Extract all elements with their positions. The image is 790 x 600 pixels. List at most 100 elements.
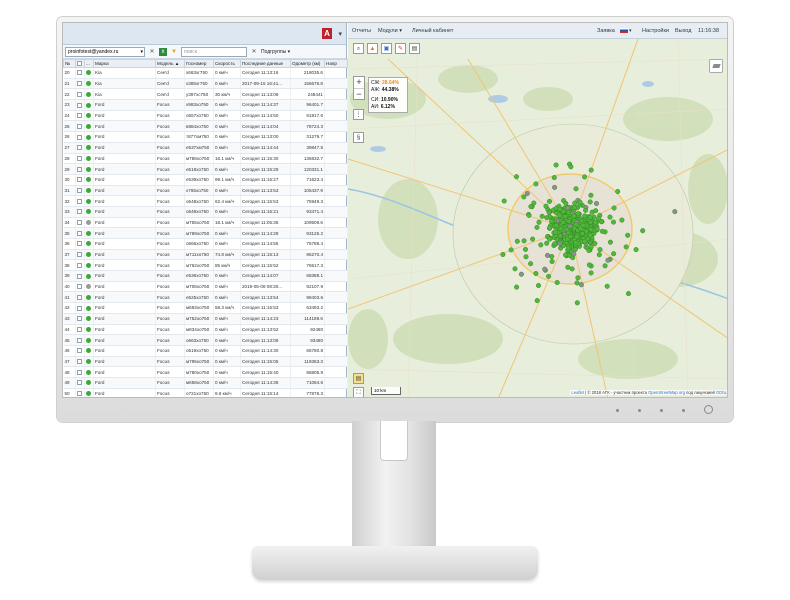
pin-icon[interactable]: ✎ xyxy=(395,43,406,54)
vehicle-marker[interactable] xyxy=(565,245,571,251)
vehicle-marker[interactable] xyxy=(587,232,593,238)
checkbox[interactable] xyxy=(77,262,82,268)
vehicle-marker[interactable] xyxy=(573,240,579,246)
leaflet-link[interactable]: Leaflet xyxy=(571,390,584,395)
checkbox[interactable] xyxy=(77,70,82,76)
checkbox[interactable] xyxy=(77,337,82,343)
vehicle-marker[interactable] xyxy=(514,284,520,290)
subgroups-dropdown[interactable]: Подгруппы ▾ xyxy=(261,49,290,55)
vehicle-marker[interactable] xyxy=(549,258,555,264)
vehicle-marker[interactable] xyxy=(573,186,579,192)
row-checkbox[interactable] xyxy=(75,270,85,282)
vehicle-marker[interactable] xyxy=(588,270,594,276)
vehicle-marker[interactable] xyxy=(530,236,536,242)
language-flag-icon[interactable] xyxy=(620,28,628,33)
map-canvas[interactable]: ⌕ ▲ ▣ ✎ ▤ + − ⋮ § СЖ: 28.64% АЖ: 44.38% … xyxy=(348,39,727,397)
fullscreen-icon[interactable]: ⛶ xyxy=(353,387,364,397)
table-row[interactable]: 37 Ford Focus м711хо750 74.8 км/ч Сегодня 11:… xyxy=(63,249,348,261)
row-checkbox[interactable] xyxy=(75,120,85,133)
search-icon[interactable]: ✕ xyxy=(148,48,156,56)
osm-link[interactable]: OpenStreetMap.org xyxy=(648,390,685,395)
table-row[interactable]: 28 Ford Focus м786хо750 16.1 км/ч Сегодня 11:… xyxy=(63,153,348,165)
zoom-out-button[interactable]: − xyxy=(354,88,364,99)
vehicle-marker[interactable] xyxy=(633,247,639,253)
checkbox[interactable] xyxy=(77,102,82,108)
vehicle-marker[interactable] xyxy=(543,203,549,209)
checkbox[interactable] xyxy=(77,134,82,140)
checkbox[interactable] xyxy=(77,220,82,226)
vehicle-marker[interactable] xyxy=(528,261,534,267)
row-checkbox[interactable] xyxy=(75,217,85,229)
vehicle-marker[interactable] xyxy=(594,226,600,232)
vehicle-marker[interactable] xyxy=(605,257,611,263)
checkbox[interactable] xyxy=(77,369,82,375)
row-checkbox[interactable] xyxy=(75,99,85,111)
vehicle-marker[interactable] xyxy=(587,199,593,205)
table-row[interactable]: 41 Ford Focus е525хо750 0 км/ч Сегодня 11:13:… xyxy=(63,291,348,304)
vehicle-marker[interactable] xyxy=(552,241,558,247)
row-checkbox[interactable] xyxy=(75,291,85,304)
row-checkbox[interactable] xyxy=(75,163,85,175)
checkbox[interactable] xyxy=(77,294,82,300)
table-row[interactable]: 27 Ford Focus е537хм750 0 км/ч Сегодня 11:14:… xyxy=(63,142,348,154)
table-row[interactable]: 44 Ford Focus м834хо750 0 км/ч Сегодня 11:13:… xyxy=(63,324,348,336)
vehicle-marker[interactable] xyxy=(564,227,570,233)
vehicle-marker[interactable] xyxy=(592,240,598,246)
row-checkbox[interactable] xyxy=(75,302,85,314)
checkbox[interactable] xyxy=(77,273,82,279)
vehicle-marker[interactable] xyxy=(571,213,577,219)
vehicle-marker[interactable] xyxy=(604,283,610,289)
vehicle-marker[interactable] xyxy=(552,229,558,235)
checkbox[interactable] xyxy=(77,209,82,215)
acrobat-badge-icon[interactable]: A xyxy=(322,28,332,39)
table-row[interactable]: 40 Ford Focus м706хо750 0 км/ч 2019-05-08 08:… xyxy=(63,281,348,293)
vehicle-marker[interactable] xyxy=(501,198,507,204)
checkbox[interactable] xyxy=(77,166,82,172)
vehicle-marker[interactable] xyxy=(563,252,569,258)
table-row[interactable]: 20 Kia Cee'd х663хг750 0 км/ч Сегодня 11:13:1… xyxy=(63,67,348,79)
vehicle-marker[interactable] xyxy=(558,226,564,232)
checkbox[interactable] xyxy=(77,188,82,194)
vehicle-marker[interactable] xyxy=(567,233,573,239)
row-checkbox[interactable] xyxy=(75,67,85,79)
vehicle-marker[interactable] xyxy=(611,205,617,211)
checkbox[interactable] xyxy=(77,326,82,332)
vehicle-marker[interactable] xyxy=(521,194,527,200)
vehicle-marker[interactable] xyxy=(640,228,646,234)
checkbox[interactable] xyxy=(77,198,82,204)
col-header-make[interactable]: Марка xyxy=(93,59,156,68)
col-header-last-data[interactable]: Последние данные xyxy=(240,59,291,68)
vehicle-marker[interactable] xyxy=(562,213,568,219)
row-checkbox[interactable] xyxy=(75,153,85,165)
vehicle-marker[interactable] xyxy=(560,219,566,225)
checkbox[interactable] xyxy=(77,316,82,322)
checkbox[interactable] xyxy=(77,145,82,151)
table-row[interactable]: 39 Ford Focus е536хо750 0 км/ч Сегодня 11:14:… xyxy=(63,270,348,282)
table-row[interactable]: 35 Ford Focus м789хо750 0 км/ч Сегодня 11:14:… xyxy=(63,227,348,239)
vehicle-marker[interactable] xyxy=(593,208,599,214)
row-checkbox[interactable] xyxy=(75,238,85,250)
row-checkbox[interactable] xyxy=(75,131,85,143)
vehicle-marker[interactable] xyxy=(526,212,532,218)
vehicle-marker[interactable] xyxy=(549,218,555,224)
table-row[interactable]: 21 Kia Cee'd х385хг750 0 км/ч 2017-09-15 16:4… xyxy=(63,78,348,90)
account-select[interactable]: proinfotest@yandex.ru xyxy=(65,46,145,57)
vehicle-marker[interactable] xyxy=(512,266,518,272)
vehicle-marker[interactable] xyxy=(566,209,572,215)
vehicle-marker[interactable] xyxy=(583,207,589,213)
table-row[interactable]: 23 Ford Focus х983хо750 0 км/ч Сегодня 11:14:… xyxy=(63,99,348,111)
row-checkbox[interactable] xyxy=(75,334,85,346)
col-header-check[interactable] xyxy=(75,59,85,68)
vehicle-marker[interactable] xyxy=(598,219,604,225)
vehicle-marker[interactable] xyxy=(611,251,617,257)
vehicle-marker[interactable] xyxy=(547,225,553,231)
checkbox[interactable] xyxy=(77,359,82,365)
row-checkbox[interactable] xyxy=(75,388,85,397)
vehicle-marker[interactable] xyxy=(549,253,555,259)
table-row[interactable]: 42 Ford Focus м693хо750 58.3 км/ч Сегодня 11:… xyxy=(63,302,348,314)
vehicle-marker[interactable] xyxy=(588,226,594,232)
vehicle-marker[interactable] xyxy=(551,175,557,181)
ruler-icon[interactable]: ▲ xyxy=(367,43,378,54)
row-checkbox[interactable] xyxy=(75,281,85,293)
print-icon[interactable]: ▤ xyxy=(409,43,420,54)
